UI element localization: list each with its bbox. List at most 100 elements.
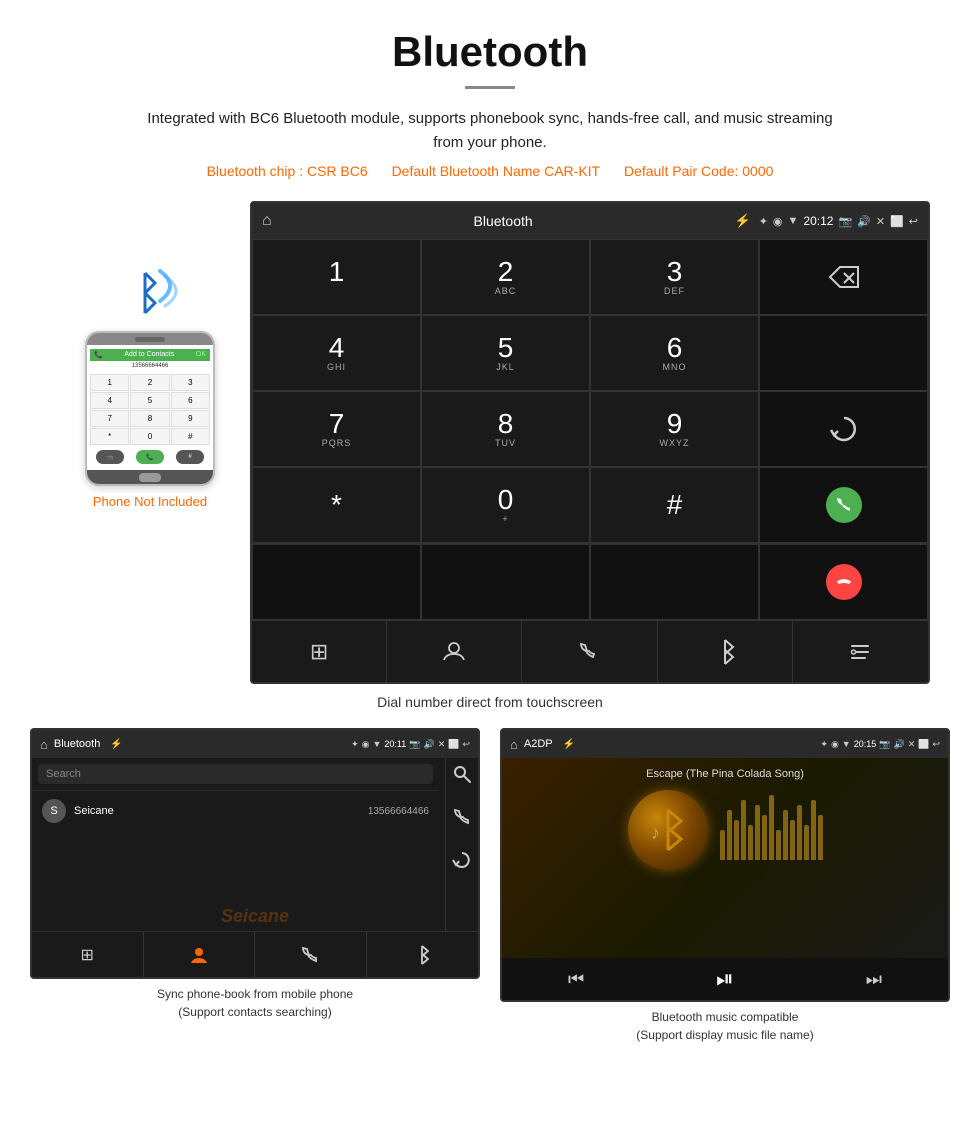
car-time: 20:12 xyxy=(803,214,833,228)
pb-signal-icon: ▼ xyxy=(372,739,381,749)
music-screen-title: A2DP xyxy=(524,738,553,750)
dial-key-2[interactable]: 2ABC xyxy=(421,239,590,315)
eq-bar xyxy=(720,830,725,860)
pb-home-icon[interactable]: ⌂ xyxy=(40,737,48,752)
dial-key-1[interactable]: 1. xyxy=(252,239,421,315)
car-nav-bluetooth[interactable] xyxy=(658,621,793,682)
eq-bar xyxy=(818,815,823,860)
car-nav-settings[interactable] xyxy=(793,621,928,682)
car-nav-call[interactable] xyxy=(522,621,657,682)
call-green-icon xyxy=(826,487,862,523)
eq-bar xyxy=(762,815,767,860)
pb-bottom-nav: ⊞ xyxy=(32,931,478,977)
pb-status-icons: ✦ ◉ ▼ 20:11 📷 🔊 ✕ ⬜ ↩ xyxy=(351,739,470,750)
main-screen-section: 📞Add to ContactsOK 13566664466 123 456 7… xyxy=(30,201,950,684)
music-volume-icon: 🔊 xyxy=(893,739,904,750)
eq-bar xyxy=(790,820,795,860)
car-back-icon[interactable]: ↩ xyxy=(909,215,918,228)
dial-key-7[interactable]: 7PQRS xyxy=(252,391,421,467)
spec-chip: Bluetooth chip : CSR BC6 xyxy=(207,163,368,179)
car-close-icon: ✕ xyxy=(876,215,885,228)
car-usb-icon: ⚡ xyxy=(735,213,751,229)
pb-refresh-icon[interactable] xyxy=(452,850,472,875)
phone-home-btn xyxy=(139,473,161,482)
music-back-icon[interactable]: ↩ xyxy=(932,739,940,750)
eq-bar xyxy=(811,800,816,860)
eq-bar xyxy=(804,825,809,860)
pb-search-icon[interactable] xyxy=(452,764,472,789)
car-volume-icon: 🔊 xyxy=(857,215,871,228)
pb-screen-title: Bluetooth xyxy=(54,738,100,750)
pb-nav-dialpad[interactable]: ⊞ xyxy=(32,932,144,977)
music-album-area: ♪ xyxy=(628,790,823,870)
car-nav-contacts[interactable] xyxy=(387,621,522,682)
pb-volume-icon: 🔊 xyxy=(423,739,434,750)
car-nav-dialpad[interactable]: ⊞ xyxy=(252,621,387,682)
dial-key-9[interactable]: 9WXYZ xyxy=(590,391,759,467)
pb-back-icon[interactable]: ↩ xyxy=(462,739,470,750)
caption-pb-line1: Sync phone-book from mobile phone (Suppo… xyxy=(157,985,353,1021)
pb-contact-name: Seicane xyxy=(74,805,368,817)
pb-usb-icon: ⚡ xyxy=(110,739,122,750)
pb-call-icon[interactable] xyxy=(452,807,472,832)
spec-pair: Default Pair Code: 0000 xyxy=(624,163,773,179)
dial-key-5[interactable]: 5JKL xyxy=(421,315,590,391)
pb-contact-number: 13566664466 xyxy=(368,806,429,817)
dial-key-3[interactable]: 3DEF xyxy=(590,239,759,315)
dial-key-0[interactable]: 0+ xyxy=(421,467,590,543)
eq-bar xyxy=(734,820,739,860)
pb-nav-call[interactable] xyxy=(255,932,367,977)
dial-backspace[interactable] xyxy=(759,239,928,315)
music-next-btn[interactable]: ⏭ xyxy=(866,969,882,990)
music-prev-btn[interactable]: ⏮ xyxy=(568,969,584,990)
phone-mockup: 📞Add to ContactsOK 13566664466 123 456 7… xyxy=(85,331,215,486)
phone-action-row: 📹 📞 # xyxy=(90,448,210,466)
music-screen: ⌂ A2DP ⚡ ✦ ◉ ▼ 20:15 📷 🔊 ✕ ⬜ ↩ Escape (T… xyxy=(500,728,950,1002)
music-time: 20:15 xyxy=(854,739,877,749)
dial-call-end[interactable] xyxy=(759,544,928,620)
dial-call-green[interactable] xyxy=(759,467,928,543)
car-screen-dial: ⌂ Bluetooth ⚡ ✦ ◉ ▼ 20:12 📷 🔊 ✕ ⬜ ↩ 1. 2… xyxy=(250,201,930,684)
dial-refresh[interactable] xyxy=(759,391,928,467)
dial-empty-1 xyxy=(759,315,928,391)
phonebook-screen: ⌂ Bluetooth ⚡ ✦ ◉ ▼ 20:11 📷 🔊 ✕ ⬜ ↩ xyxy=(30,728,480,979)
dialpad-row5 xyxy=(252,543,928,620)
pb-statusbar: ⌂ Bluetooth ⚡ ✦ ◉ ▼ 20:11 📷 🔊 ✕ ⬜ ↩ xyxy=(32,730,478,758)
pb-search-placeholder: Search xyxy=(46,768,425,780)
music-play-btn[interactable]: ⏯ xyxy=(716,966,734,992)
dial-key-star[interactable]: * xyxy=(252,467,421,543)
music-close-icon: ✕ xyxy=(908,739,916,750)
pb-search-bar[interactable]: Search xyxy=(38,764,433,784)
music-signal-icon: ▼ xyxy=(842,739,851,749)
title-divider xyxy=(465,86,515,89)
car-statusbar: ⌂ Bluetooth ⚡ ✦ ◉ ▼ 20:12 📷 🔊 ✕ ⬜ ↩ xyxy=(252,203,928,239)
music-status-icons: ✦ ◉ ▼ 20:15 📷 🔊 ✕ ⬜ ↩ xyxy=(820,739,940,750)
dial-key-6[interactable]: 6MNO xyxy=(590,315,759,391)
dial-key-8[interactable]: 8TUV xyxy=(421,391,590,467)
eq-bar xyxy=(769,795,774,860)
dial-key-hash[interactable]: # xyxy=(590,467,759,543)
pb-nav-contacts[interactable] xyxy=(144,932,256,977)
pb-loc-icon: ◉ xyxy=(362,739,370,750)
caption-main: Dial number direct from touchscreen xyxy=(0,694,980,710)
dial-empty-3 xyxy=(421,544,590,620)
page-title: Bluetooth xyxy=(0,0,980,86)
description-text: Integrated with BC6 Bluetooth module, su… xyxy=(140,107,840,155)
specs-line: Bluetooth chip : CSR BC6 Default Bluetoo… xyxy=(0,163,980,179)
music-home-icon[interactable]: ⌂ xyxy=(510,737,518,752)
pb-contact-entry[interactable]: S Seicane 13566664466 xyxy=(32,790,439,831)
pb-nav-bt[interactable] xyxy=(367,932,479,977)
dialpad-grid: 1. 2ABC 3DEF 4GHI 5JKL 6MNO 7PQRS 8TUV 9… xyxy=(252,239,928,543)
phonebook-block: ⌂ Bluetooth ⚡ ✦ ◉ ▼ 20:11 📷 🔊 ✕ ⬜ ↩ xyxy=(30,728,480,1044)
car-loc-icon: ◉ xyxy=(773,215,783,228)
car-signal-icon: ▼ xyxy=(788,215,799,227)
music-song-title: Escape (The Pina Colada Song) xyxy=(646,768,804,780)
car-bt-icon: ✦ xyxy=(759,215,768,228)
bluetooth-wifi-icon xyxy=(115,261,185,321)
bottom-screens: ⌂ Bluetooth ⚡ ✦ ◉ ▼ 20:11 📷 🔊 ✕ ⬜ ↩ xyxy=(30,728,950,1044)
eq-bar xyxy=(727,810,732,860)
music-bt-icon: ✦ xyxy=(820,739,828,750)
car-home-icon[interactable]: ⌂ xyxy=(262,212,272,230)
dial-key-4[interactable]: 4GHI xyxy=(252,315,421,391)
car-window-icon: ⬜ xyxy=(890,215,904,228)
